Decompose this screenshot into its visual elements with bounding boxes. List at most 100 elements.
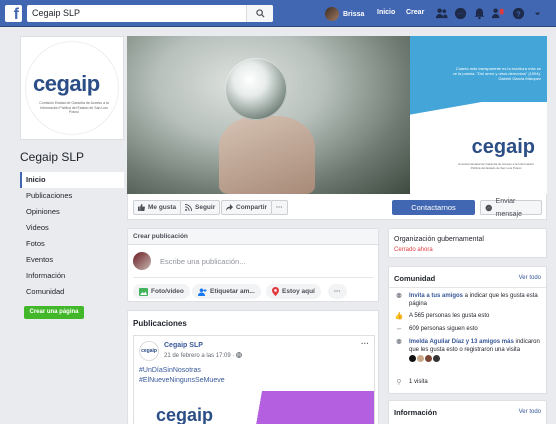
search-icon bbox=[256, 9, 265, 18]
post-image-logo: cegaip bbox=[156, 405, 214, 424]
facebook-logo-icon[interactable]: f bbox=[5, 5, 22, 22]
friends-icon[interactable] bbox=[435, 7, 448, 20]
friends-link[interactable]: Imelda Aguilar Díaz y 13 amigos más bbox=[409, 339, 514, 345]
community-box: Comunidad Ver todo ⚉ Invita a tus amigos… bbox=[388, 266, 547, 394]
share-button[interactable]: Compartir bbox=[221, 200, 273, 215]
friends-text: Imelda Aguilar Díaz y 13 amigos más indi… bbox=[409, 339, 544, 362]
contact-button[interactable]: Contactarnos bbox=[392, 200, 475, 215]
friend-avatar bbox=[433, 355, 440, 362]
information-box: Información Ver todo bbox=[388, 400, 547, 424]
top-navigation-bar: f Cegaip SLP Brissa Inicio Crear ? bbox=[0, 0, 556, 27]
dropdown-icon[interactable] bbox=[533, 7, 542, 20]
post-timestamp[interactable]: 21 de febrero a las 17:09 · bbox=[164, 352, 242, 359]
composer-input[interactable]: Escribe una publicación... bbox=[160, 257, 245, 266]
friends-like-row: ⚉ Imelda Aguilar Díaz y 13 amigos más in… bbox=[394, 339, 544, 362]
profile-logo-text: cegaip bbox=[33, 71, 100, 96]
post-hashtag-2[interactable]: #ElNueveNingunsSeMueve bbox=[139, 377, 225, 384]
post-author-avatar[interactable]: cegaip bbox=[139, 341, 159, 361]
cover-brand-panel: Cuanto más transparente es la escritura … bbox=[410, 36, 547, 194]
check-in-button[interactable]: Estoy aquí bbox=[266, 284, 321, 299]
post-author[interactable]: Cegaip SLP bbox=[164, 342, 203, 349]
more-actions-button[interactable]: ··· bbox=[271, 200, 288, 215]
page-action-bar: Me gusta Seguir Compartir ··· Contactarn… bbox=[127, 194, 547, 220]
friend-requests-icon[interactable] bbox=[491, 7, 504, 20]
photo-icon bbox=[139, 287, 148, 296]
organization-info-box: Organización gubernamental Cerrado ahora bbox=[388, 228, 547, 258]
share-arrow-icon bbox=[226, 204, 233, 211]
photo-video-button[interactable]: Foto/video bbox=[133, 284, 190, 299]
open-status: Cerrado ahora bbox=[394, 247, 433, 253]
community-title: Comunidad bbox=[394, 274, 436, 283]
organization-type: Organización gubernamental bbox=[394, 236, 484, 243]
post-date-text: 21 de febrero a las 17:09 · bbox=[164, 353, 237, 359]
crystal-sphere bbox=[225, 58, 287, 120]
location-pin-icon: ⚲ bbox=[396, 379, 402, 386]
cover-photo[interactable]: Cuanto más transparente es la escritura … bbox=[127, 36, 547, 194]
more-composer-options[interactable]: ··· bbox=[328, 284, 347, 299]
page-nav-item-inicio[interactable]: Inicio bbox=[20, 172, 124, 188]
page-nav-item-publicaciones[interactable]: Publicaciones bbox=[20, 188, 124, 204]
profile-logo-circle: cegaip Comisión Estatal de Garantía de A… bbox=[25, 41, 119, 135]
page-nav-item-videos[interactable]: Videos bbox=[20, 220, 124, 236]
composer-avatar bbox=[133, 252, 151, 270]
likes-count: A 565 personas les gusta esto bbox=[409, 313, 490, 319]
page-nav-item-informacion[interactable]: Información bbox=[20, 268, 124, 284]
messenger-icon[interactable] bbox=[454, 7, 467, 20]
user-avatar bbox=[325, 7, 339, 21]
like-button[interactable]: Me gusta bbox=[133, 200, 182, 215]
profile-logo-subtitle: Comisión Estatal de Garantía de Acceso a… bbox=[39, 101, 109, 114]
photo-video-label: Foto/video bbox=[151, 288, 184, 295]
followers-row: ∽ 609 personas siguen esto bbox=[394, 326, 544, 334]
create-page-button[interactable]: Crear una página bbox=[24, 306, 84, 319]
page-nav-item-opiniones[interactable]: Opiniones bbox=[20, 204, 124, 220]
community-divider bbox=[389, 287, 546, 288]
messenger-icon bbox=[485, 204, 492, 211]
thumbs-up-icon bbox=[138, 204, 145, 211]
like-label: Me gusta bbox=[148, 204, 177, 211]
profile-link[interactable]: Brissa bbox=[325, 7, 364, 21]
create-post-card: Crear publicación Escribe una publicació… bbox=[127, 228, 379, 302]
post-options-button[interactable]: ··· bbox=[361, 339, 369, 348]
tag-friends-button[interactable]: Etiquetar am... bbox=[192, 284, 261, 299]
post-card: cegaip Cegaip SLP 21 de febrero a las 17… bbox=[133, 335, 375, 424]
posts-title: Publicaciones bbox=[133, 319, 187, 328]
cover-stripe bbox=[410, 90, 547, 120]
search-button[interactable] bbox=[246, 5, 273, 22]
nav-home-link[interactable]: Inicio bbox=[377, 9, 395, 16]
information-see-all-link[interactable]: Ver todo bbox=[519, 409, 541, 415]
cover-logo-text: cegaip bbox=[471, 136, 535, 158]
visits-row: ⚲ 1 visita bbox=[394, 379, 544, 387]
svg-text:?: ? bbox=[516, 9, 521, 18]
invite-friends-link[interactable]: Invita a tus amigos bbox=[409, 293, 463, 299]
post-hashtag-1[interactable]: #UnDíaSinNosotras bbox=[139, 367, 201, 374]
page-nav-item-fotos[interactable]: Fotos bbox=[20, 236, 124, 252]
visits-count: 1 visita bbox=[409, 379, 428, 385]
page-nav: Inicio Publicaciones Opiniones Videos Fo… bbox=[20, 172, 124, 300]
follow-button[interactable]: Seguir bbox=[180, 200, 221, 215]
profile-picture[interactable]: cegaip Comisión Estatal de Garantía de A… bbox=[20, 36, 124, 140]
friend-avatars[interactable] bbox=[409, 355, 544, 362]
notifications-icon[interactable] bbox=[473, 7, 486, 20]
tag-friends-label: Etiquetar am... bbox=[210, 288, 255, 295]
page-nav-item-comunidad[interactable]: Comunidad bbox=[20, 284, 124, 300]
nav-create-link[interactable]: Crear bbox=[406, 9, 424, 16]
follow-label: Seguir bbox=[195, 204, 216, 211]
cover-quote: Cuanto más transparente es la escritura … bbox=[452, 66, 541, 81]
community-see-all-link[interactable]: Ver todo bbox=[519, 275, 541, 281]
invite-text: Invita a tus amigos a indicar que les gu… bbox=[409, 293, 544, 308]
check-in-label: Estoy aquí bbox=[282, 288, 315, 295]
globe-icon bbox=[236, 352, 242, 358]
user-name: Brissa bbox=[343, 10, 365, 18]
page-title[interactable]: Cegaip SLP bbox=[20, 150, 124, 164]
search-input[interactable]: Cegaip SLP bbox=[27, 5, 273, 22]
send-message-label: Enviar mensaje bbox=[495, 197, 522, 218]
send-message-button[interactable]: Enviar mensaje bbox=[480, 198, 542, 218]
create-post-header: Crear publicación bbox=[128, 229, 378, 245]
friend-avatar bbox=[409, 355, 416, 362]
post-image[interactable]: cegaip bbox=[134, 391, 374, 424]
thumbs-up-icon: 👍 bbox=[394, 313, 404, 320]
invite-friends-row: ⚉ Invita a tus amigos a indicar que les … bbox=[394, 293, 544, 308]
location-pin-icon bbox=[272, 287, 279, 296]
page-nav-item-eventos[interactable]: Eventos bbox=[20, 252, 124, 268]
help-icon[interactable]: ? bbox=[512, 7, 525, 20]
